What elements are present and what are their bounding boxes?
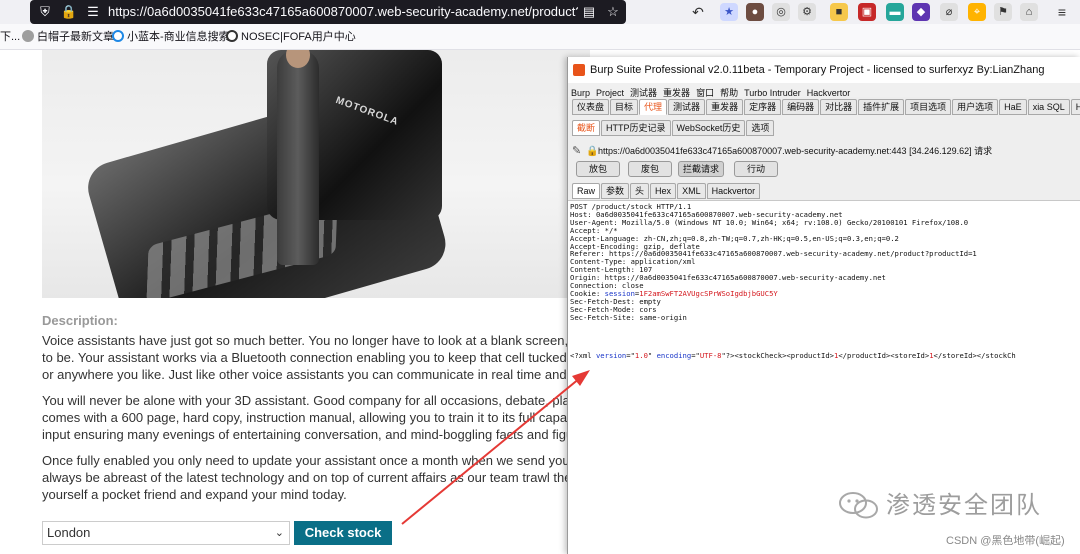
- extension-icon[interactable]: ■: [830, 3, 848, 21]
- menu-item[interactable]: Turbo Intruder: [741, 86, 804, 100]
- tab-comparer[interactable]: 对比器: [820, 99, 858, 115]
- tab-target[interactable]: 目标: [610, 99, 639, 115]
- tab-hex[interactable]: Hex: [650, 183, 677, 199]
- tab-params[interactable]: 参数: [601, 183, 630, 199]
- tab-intruder[interactable]: 测试器: [668, 99, 706, 115]
- lock-icon: 🔒: [586, 146, 599, 157]
- store-select[interactable]: London ⌄: [42, 521, 290, 545]
- tab-websocket-history[interactable]: WebSocket历史: [671, 120, 746, 136]
- pencil-icon[interactable]: ✎: [572, 143, 586, 159]
- tab-xml[interactable]: XML: [677, 183, 706, 199]
- url-text[interactable]: https://0a6d0035041fe633c47165a600870007…: [108, 4, 578, 20]
- request-target: ✎ 🔒https://0a6d0035041fe633c47165a6008700…: [572, 143, 992, 159]
- xml-body: <?xml version="1.0" encoding="UTF-8"?><s…: [570, 351, 1016, 360]
- main-tabs: 仪表盘 目标 代理 测试器 重发器 定序器 编码器 对比器 插件扩展 项目选项 用户选项 HaE xia…: [572, 99, 1080, 115]
- tab-project-options[interactable]: 项目选项: [905, 99, 952, 115]
- action-button[interactable]: 行动: [734, 161, 778, 177]
- description-paragraph: Voice assistants have just got so much b…: [42, 333, 595, 382]
- view-tabs: Raw 参数头 Hex XML Hackvertor: [572, 183, 761, 199]
- location-icon[interactable]: ⌖: [968, 3, 986, 21]
- forward-button[interactable]: 放包: [576, 161, 620, 177]
- bookmarks-bar: 下... 白帽子最新文章 小蓝本-商业信息搜索 NOSEC|FOFA用户中心: [0, 24, 1080, 50]
- window-title: Burp Suite Professional v2.0.11beta - Te…: [568, 57, 1080, 83]
- drop-button[interactable]: 废包: [628, 161, 672, 177]
- burp-logo-icon: [573, 64, 585, 76]
- extension-icon[interactable]: ⌀: [940, 3, 958, 21]
- browser-toolbar: ⛨ 🔒 ☰ https://0a6d0035041fe633c47165a600…: [0, 0, 1080, 24]
- csdn-watermark: CSDN @黑色地带(崛起): [946, 535, 1065, 547]
- check-stock-button[interactable]: Check stock: [294, 521, 392, 545]
- back-icon[interactable]: ↶: [688, 2, 708, 22]
- tab-sequencer[interactable]: 定序器: [744, 99, 782, 115]
- description-paragraph: You will never be alone with your 3D ass…: [42, 393, 595, 442]
- tab-intercept[interactable]: 截断: [572, 120, 601, 136]
- product-image: MOTOROLA: [42, 50, 590, 298]
- extension-icon[interactable]: ◆: [912, 3, 930, 21]
- extension-icon[interactable]: ▬: [886, 3, 904, 21]
- menu-item[interactable]: 窗口: [693, 86, 717, 100]
- wechat-logo-icon: [839, 492, 878, 519]
- figure-body: [277, 50, 319, 265]
- tab-repeater[interactable]: 重发器: [706, 99, 744, 115]
- menu-item[interactable]: Hackvertor: [804, 86, 854, 100]
- lock-icon[interactable]: 🔒: [60, 3, 78, 21]
- page-icon: [22, 30, 34, 42]
- tab-headers[interactable]: 头: [630, 183, 650, 199]
- extension-icon[interactable]: ▣: [858, 3, 876, 21]
- bookmark-item[interactable]: 小蓝本-商业信息搜索: [112, 29, 230, 45]
- menu-item[interactable]: Burp: [568, 86, 593, 100]
- bookmark-item[interactable]: 白帽子最新文章: [22, 29, 114, 45]
- menu-item[interactable]: Project: [593, 86, 627, 100]
- bookmark-star-icon[interactable]: ☆: [604, 3, 622, 21]
- tab-user-options[interactable]: 用户选项: [952, 99, 999, 115]
- tab-options[interactable]: 选项: [746, 120, 775, 136]
- globe-icon: [226, 30, 238, 42]
- permissions-icon[interactable]: ☰: [84, 3, 102, 21]
- extension-icon[interactable]: ★: [720, 3, 738, 21]
- tab-hackvertor[interactable]: Hackvertor: [1070, 99, 1080, 115]
- tab-decoder[interactable]: 编码器: [782, 99, 820, 115]
- extension-icon[interactable]: ●: [746, 3, 764, 21]
- tab-proxy[interactable]: 代理: [639, 99, 668, 115]
- settings-icon[interactable]: ⚙: [798, 3, 816, 21]
- extension-icon[interactable]: ⌂: [1020, 3, 1038, 21]
- menu-item[interactable]: 测试器: [627, 86, 660, 100]
- extension-icon[interactable]: ⚑: [994, 3, 1012, 21]
- burp-window: Burp Suite Professional v2.0.11beta - Te…: [567, 57, 1080, 554]
- tab-xia-sql[interactable]: xia SQL: [1027, 99, 1070, 115]
- cookie-icon[interactable]: ◎: [772, 3, 790, 21]
- tab-extender[interactable]: 插件扩展: [858, 99, 905, 115]
- tab-dashboard[interactable]: 仪表盘: [572, 99, 610, 115]
- intercept-toggle-button[interactable]: 拦截请求: [678, 161, 724, 177]
- tab-http-history[interactable]: HTTP历史记录: [601, 120, 671, 136]
- chevron-down-icon: ⌄: [274, 527, 284, 539]
- tab-raw[interactable]: Raw: [572, 183, 601, 199]
- description-label: Description:: [42, 313, 118, 328]
- tab-hackvertor-view[interactable]: Hackvertor: [706, 183, 761, 199]
- menu-item[interactable]: 帮助: [717, 86, 741, 100]
- shield-icon[interactable]: ⛨: [36, 3, 54, 21]
- reader-view-icon[interactable]: ▤: [580, 3, 598, 21]
- globe-icon: [112, 30, 124, 42]
- menu-bar: Burp Project 测试器 重发器 窗口 帮助 Turbo Intruder Hackv…: [568, 83, 1080, 100]
- menu-item[interactable]: 重发器: [660, 86, 693, 100]
- watermark-title: 渗透安全团队: [886, 492, 1042, 519]
- bookmark-item[interactable]: 下...: [0, 29, 20, 45]
- address-bar[interactable]: ⛨ 🔒 ☰ https://0a6d0035041fe633c47165a600…: [30, 0, 626, 24]
- request-headers: POST /product/stock HTTP/1.1 Host: 0a6d0…: [570, 202, 977, 322]
- bookmark-item[interactable]: NOSEC|FOFA用户中心: [226, 29, 356, 45]
- proxy-sub-tabs: 截断 HTTP历史记录 WebSocket历史 选项: [572, 120, 775, 136]
- menu-icon[interactable]: ≡: [1052, 2, 1072, 22]
- description-paragraph: Once fully enabled you only need to upda…: [42, 453, 594, 502]
- tab-hae[interactable]: HaE: [999, 99, 1027, 115]
